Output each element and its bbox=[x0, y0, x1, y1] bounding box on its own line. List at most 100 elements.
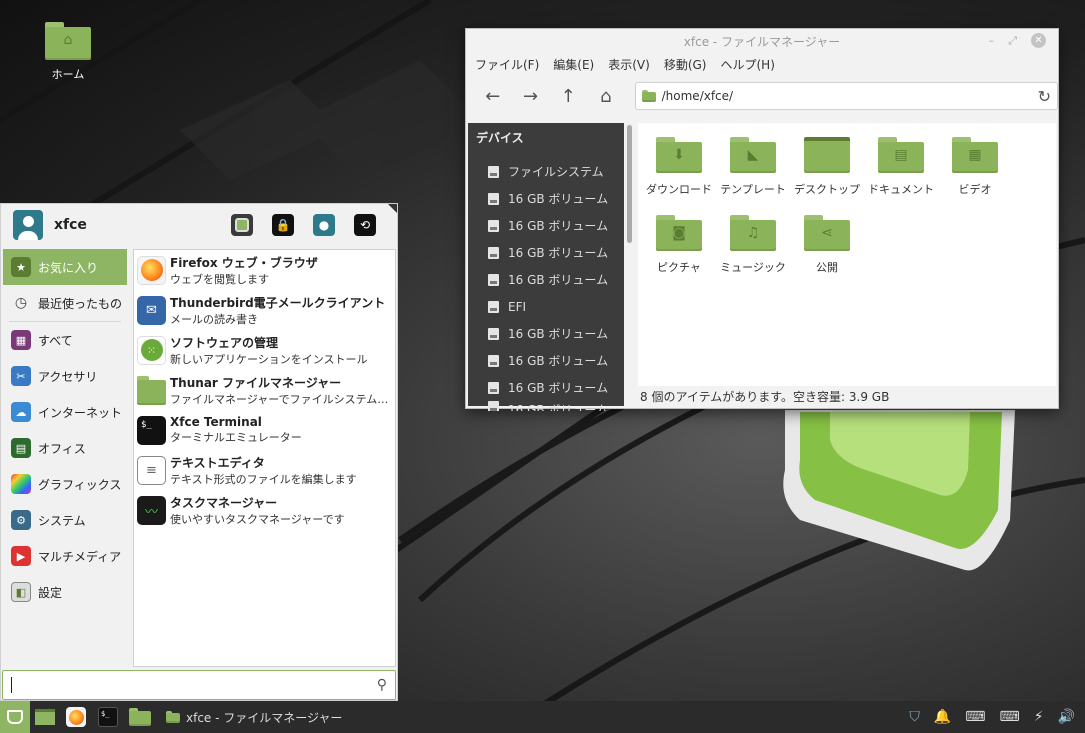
menu-go[interactable]: 移動(G) bbox=[664, 56, 707, 73]
category-system[interactable]: ⚙ システム bbox=[3, 502, 127, 538]
file-item[interactable]: デスクトップ bbox=[790, 137, 864, 215]
category-label: 設定 bbox=[38, 585, 63, 600]
volume-icon[interactable]: 🔊 bbox=[1058, 709, 1075, 725]
video-icon: ▦ bbox=[952, 137, 998, 173]
app-desc: メールの読み書き bbox=[170, 312, 258, 326]
files-launcher-icon[interactable] bbox=[124, 701, 156, 733]
switch-user-icon[interactable]: ● bbox=[313, 214, 335, 236]
sidebar-item-volume[interactable]: 16 GB ボリューム bbox=[468, 374, 624, 401]
system-tray: ⛉ 🔔 ⌨ ⌨ ⚡ 🔊 bbox=[909, 709, 1085, 725]
mint-menu-icon[interactable] bbox=[0, 701, 30, 733]
sidebar-item-volume[interactable]: 16 GB ボリューム bbox=[468, 266, 624, 293]
reload-icon[interactable]: ↻ bbox=[1038, 87, 1051, 106]
back-arrow-icon[interactable]: ← bbox=[478, 82, 508, 110]
lock-icon[interactable]: 🔒 bbox=[272, 214, 294, 236]
sidebar-item-volume[interactable]: 16 GB ボリューム bbox=[468, 347, 624, 374]
category-graphics[interactable]: グラフィックス bbox=[3, 466, 127, 502]
sidebar-item-label: 16 GB ボリューム bbox=[508, 246, 609, 260]
power-icon[interactable]: ⚡ bbox=[1034, 709, 1044, 725]
close-icon[interactable]: ✕ bbox=[1031, 33, 1046, 48]
clock-icon: ◷ bbox=[14, 295, 28, 311]
app-item-thunar[interactable]: Thunar ファイルマネージャー ファイルマネージャーでファイルシステムを... bbox=[134, 370, 395, 410]
location-bar[interactable]: /home/xfce/ ↻ bbox=[634, 82, 1058, 110]
show-desktop-icon[interactable] bbox=[30, 701, 60, 733]
file-item[interactable]: ◙ ピクチャ bbox=[642, 215, 716, 293]
terminal-launcher-icon[interactable]: $_ bbox=[92, 701, 124, 733]
sidebar-item-efi[interactable]: EFI bbox=[468, 293, 624, 320]
gear-icon: ⚙ bbox=[11, 510, 31, 530]
sidebar-scrollbar[interactable] bbox=[627, 125, 632, 243]
settings-toggle-icon[interactable] bbox=[231, 214, 253, 236]
drive-icon bbox=[488, 354, 499, 367]
category-recent[interactable]: ◷ 最近使ったもの bbox=[3, 285, 127, 321]
category-multimedia[interactable]: ▶ マルチメディア bbox=[3, 538, 127, 574]
app-title: タスクマネージャー bbox=[170, 495, 278, 510]
app-item-software-manager[interactable]: ⁙ ソフトウェアの管理 新しいアプリケーションをインストール bbox=[134, 330, 395, 370]
menu-file[interactable]: ファイル(F) bbox=[475, 56, 539, 73]
sidebar-item-filesystem[interactable]: ファイルシステム bbox=[468, 158, 624, 185]
sidebar-item-volume[interactable]: 16 GB ボリューム bbox=[468, 401, 624, 411]
menu-edit[interactable]: 編集(E) bbox=[553, 56, 594, 73]
up-arrow-icon[interactable]: ↑ bbox=[553, 82, 583, 110]
sidebar-item-volume[interactable]: 16 GB ボリューム bbox=[468, 320, 624, 347]
file-item[interactable]: ◣ テンプレート bbox=[716, 137, 790, 215]
software-manager-icon: ⁙ bbox=[137, 335, 166, 365]
app-item-firefox[interactable]: Firefox ウェブ・ブラウザ ウェブを閲覧します bbox=[134, 250, 395, 290]
app-list: Firefox ウェブ・ブラウザ ウェブを閲覧します ✉ Thunderbird電… bbox=[133, 249, 396, 667]
category-settings[interactable]: ◧ 設定 bbox=[3, 574, 127, 610]
category-label: お気に入り bbox=[38, 260, 99, 275]
category-label: すべて bbox=[38, 333, 73, 348]
camera-icon: ◙ bbox=[656, 215, 702, 251]
file-item[interactable]: ▦ ビデオ bbox=[938, 137, 1012, 215]
category-list: ★ お気に入り ◷ 最近使ったもの ▦ すべて ✂ アクセサリ ☁ インターネッ… bbox=[3, 249, 127, 610]
home-icon[interactable]: ⌂ bbox=[591, 82, 621, 110]
app-item-task-manager[interactable]: 〰 タスクマネージャー 使いやすいタスクマネージャーです bbox=[134, 490, 395, 530]
category-favorites[interactable]: ★ お気に入り bbox=[3, 249, 127, 285]
firefox-launcher-icon[interactable] bbox=[60, 701, 92, 733]
logout-icon[interactable]: ⟲ bbox=[354, 214, 376, 236]
forward-arrow-icon[interactable]: → bbox=[516, 82, 546, 110]
sidebar-item-volume[interactable]: 16 GB ボリューム bbox=[468, 212, 624, 239]
app-item-thunderbird[interactable]: ✉ Thunderbird電子メールクライアント メールの読み書き bbox=[134, 290, 395, 330]
document-icon: ▤ bbox=[878, 137, 924, 173]
category-office[interactable]: ▤ オフィス bbox=[3, 430, 127, 466]
username: xfce bbox=[54, 217, 87, 233]
shield-icon[interactable]: ⛉ bbox=[909, 709, 920, 725]
maximize-icon[interactable]: ⤢ bbox=[1008, 34, 1017, 48]
category-internet[interactable]: ☁ インターネット bbox=[3, 394, 127, 430]
menu-help[interactable]: ヘルプ(H) bbox=[720, 56, 774, 73]
file-name: 公開 bbox=[816, 261, 838, 274]
palette-icon bbox=[11, 474, 31, 494]
desktop-icon bbox=[804, 137, 850, 173]
window-titlebar[interactable]: xfce - ファイルマネージャー – ⤢ ✕ bbox=[466, 29, 1058, 53]
file-name: ドキュメント bbox=[868, 183, 934, 196]
minimize-icon[interactable]: – bbox=[989, 34, 995, 47]
category-all[interactable]: ▦ すべて bbox=[3, 322, 127, 358]
file-item[interactable]: ⬇ ダウンロード bbox=[642, 137, 716, 215]
sidebar-item-volume[interactable]: 16 GB ボリューム bbox=[468, 239, 624, 266]
desktop-home-icon[interactable]: ⌂ ホーム bbox=[40, 22, 96, 82]
search-input[interactable]: ⚲ bbox=[2, 670, 396, 700]
file-item[interactable]: ⋖ 公開 bbox=[790, 215, 864, 293]
category-accessories[interactable]: ✂ アクセサリ bbox=[3, 358, 127, 394]
file-item[interactable]: ♫ ミュージック bbox=[716, 215, 790, 293]
music-icon: ♫ bbox=[730, 215, 776, 251]
bell-icon[interactable]: 🔔 bbox=[934, 709, 951, 725]
toggle-icon: ◧ bbox=[11, 582, 31, 602]
keyboard-icon[interactable]: ⌨ bbox=[1000, 709, 1020, 725]
app-item-text-editor[interactable]: ≡ テキストエディタ テキスト形式のファイルを編集します bbox=[134, 450, 395, 490]
task-file-manager[interactable]: xfce - ファイルマネージャー bbox=[160, 709, 348, 726]
search-icon: ⚲ bbox=[376, 677, 387, 693]
file-item[interactable]: ▤ ドキュメント bbox=[864, 137, 938, 215]
resize-handle[interactable] bbox=[388, 204, 397, 213]
menu-view[interactable]: 表示(V) bbox=[608, 56, 650, 73]
firefox-icon bbox=[137, 255, 166, 285]
drive-icon bbox=[488, 219, 499, 232]
sidebar-item-volume[interactable]: 16 GB ボリューム bbox=[468, 185, 624, 212]
keyboard-layout-icon[interactable]: ⌨ bbox=[965, 709, 985, 725]
avatar[interactable] bbox=[13, 210, 43, 240]
mail-icon: ✉ bbox=[137, 295, 166, 325]
category-label: オフィス bbox=[38, 441, 86, 456]
drive-icon bbox=[488, 381, 499, 394]
app-item-terminal[interactable]: $_ Xfce Terminal ターミナルエミュレーター bbox=[134, 410, 395, 450]
